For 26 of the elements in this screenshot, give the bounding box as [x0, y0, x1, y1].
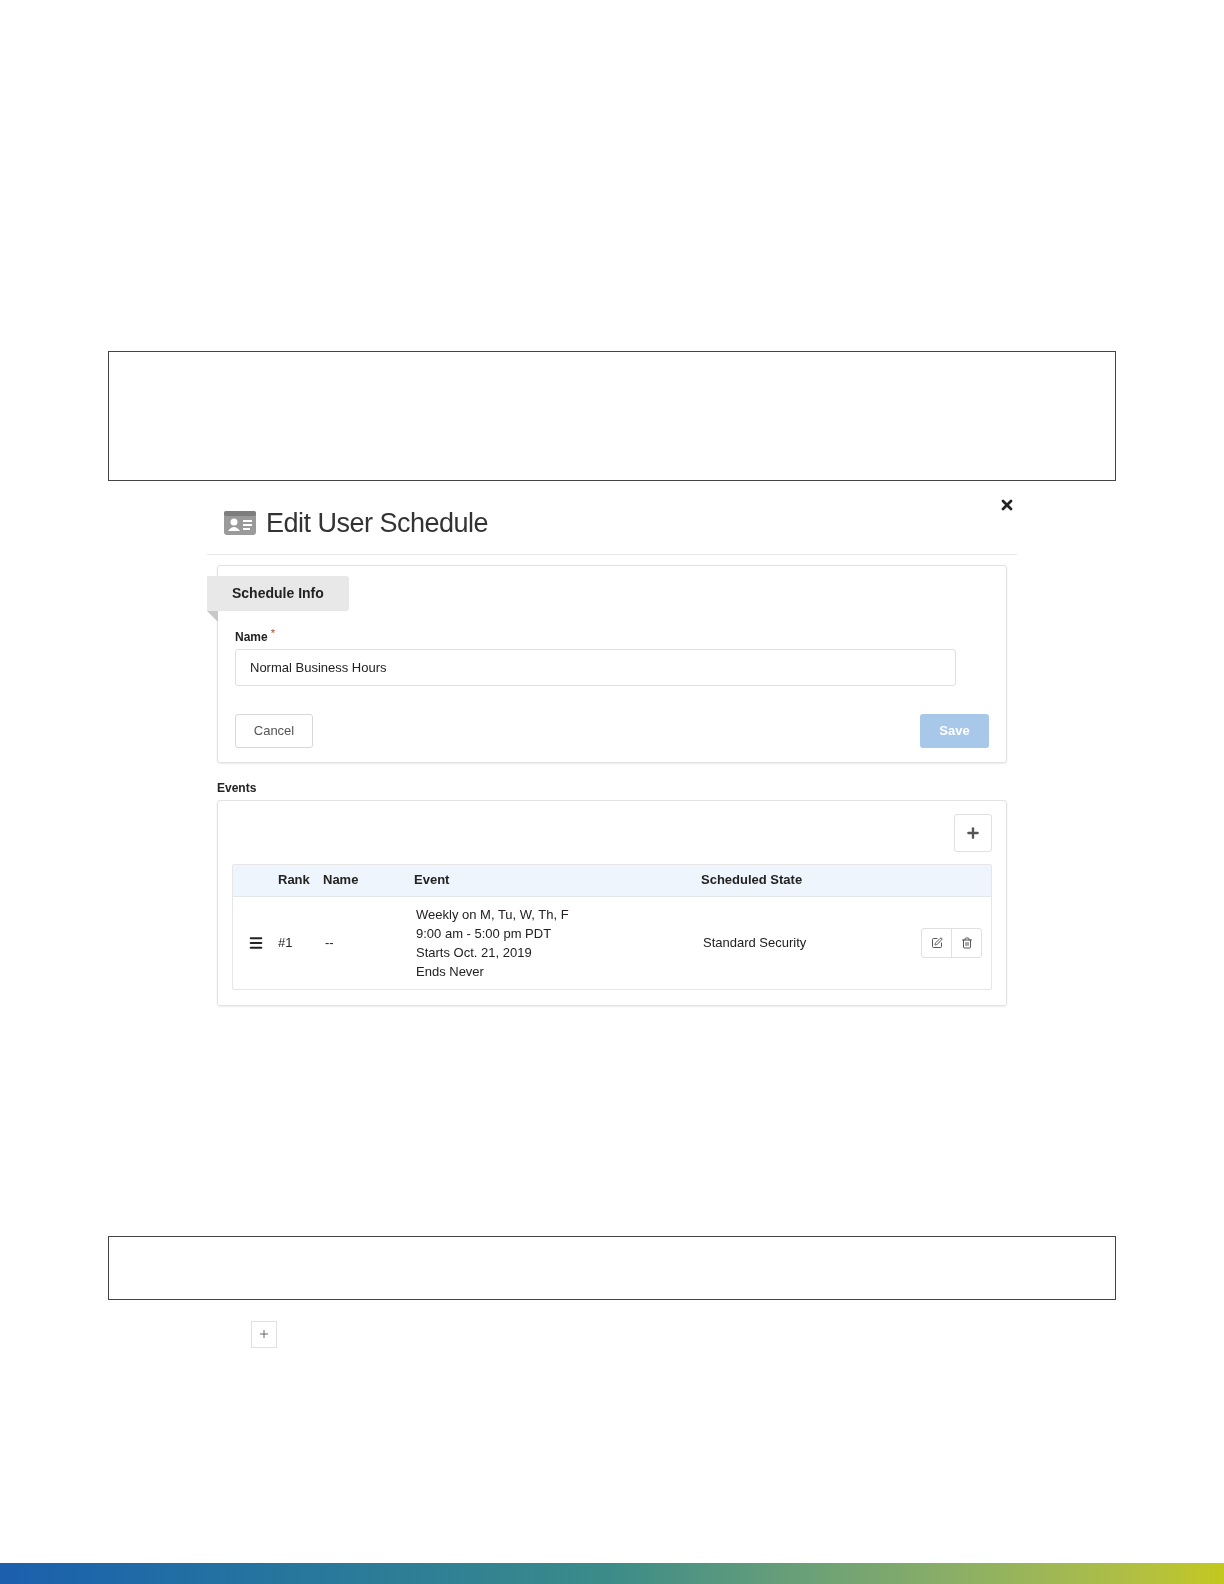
add-button[interactable]	[954, 813, 992, 852]
edit-icon	[930, 936, 943, 949]
table-cell-text: --	[324, 933, 335, 952]
trash-icon	[960, 936, 973, 949]
event-line: 9:00 am - 5:00 pm PDT	[416, 924, 553, 943]
event-line: Weekly on M, Tu, W, Th, F	[416, 905, 570, 924]
drag-handle-icon[interactable]	[247, 934, 264, 951]
dialog-title: Edit User Schedule	[266, 507, 489, 540]
cancel-button[interactable]: Cancel	[235, 713, 313, 748]
plus-icon	[251, 1320, 277, 1348]
plus-icon	[965, 824, 981, 841]
section-label: Events	[217, 779, 258, 797]
column-header: Name	[323, 871, 360, 890]
tab-fold-icon	[207, 610, 218, 622]
event-line: Ends Never	[416, 962, 485, 981]
name-field[interactable]: Normal Business Hours	[235, 648, 956, 686]
table-cell-text: #1	[278, 933, 294, 952]
column-header: Scheduled State	[701, 871, 804, 890]
table-cell-text: Standard Security	[702, 933, 808, 952]
event-line: Starts Oct. 21, 2019	[416, 943, 533, 962]
column-header: Rank	[278, 871, 311, 890]
id-card-icon	[224, 511, 256, 536]
required-mark: *	[270, 625, 275, 641]
column-header: Event	[414, 871, 451, 890]
field-label: Name	[235, 628, 268, 646]
close-icon[interactable]	[999, 497, 1015, 513]
